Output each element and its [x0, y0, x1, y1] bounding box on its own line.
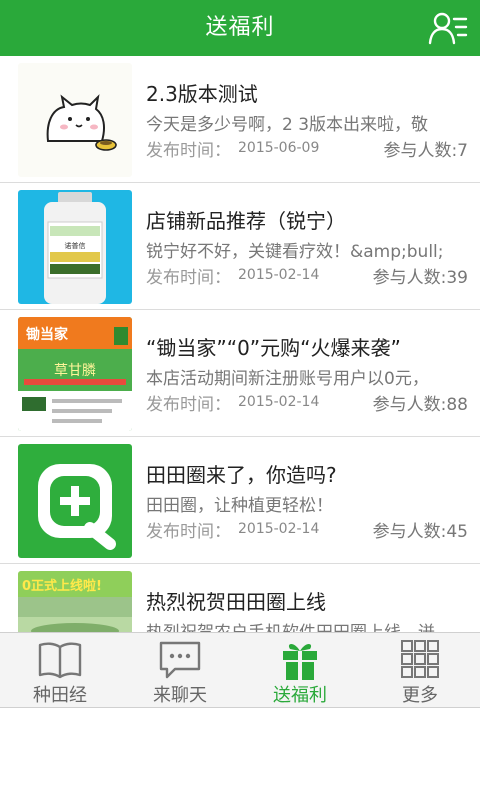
- post-title: 2.3版本测试: [146, 82, 258, 106]
- post-thumbnail: 0正式上线啦!: [18, 571, 132, 632]
- tab-label: 来聊天: [153, 685, 207, 706]
- launch-banner-image: 0正式上线啦!: [18, 571, 132, 632]
- participant-count: 参与人数:39: [372, 268, 468, 288]
- publish-date: 2015-02-14: [238, 521, 320, 537]
- tab-gengduo[interactable]: 更多: [360, 633, 480, 707]
- welfare-post-list: 2.3版本测试 今天是多少号啊，2 3版本出来啦，敬 发布时间： 2015-06…: [0, 56, 480, 632]
- publish-date: 2015-02-14: [238, 267, 320, 283]
- post-title: 田田圈来了，你造吗?: [146, 463, 337, 487]
- post-item[interactable]: 诺普信 店铺新品推荐（锐宁） 锐宁好不好，关键看疗效！&amp;bull; 发布…: [0, 183, 480, 310]
- participant-count: 参与人数:88: [372, 395, 468, 415]
- tab-label: 种田经: [33, 685, 87, 706]
- user-list-icon: [428, 12, 468, 45]
- post-thumbnail: [18, 63, 132, 177]
- chat-icon: [159, 641, 201, 679]
- post-title: 热烈祝贺田田圈上线: [146, 590, 326, 614]
- post-thumbnail: 诺普信: [18, 190, 132, 304]
- tab-songfuli[interactable]: 送福利: [240, 633, 360, 707]
- banner-text: 0正式上线啦!: [22, 578, 102, 594]
- package-product-text: 草甘膦: [54, 363, 96, 379]
- participant-count: 参与人数:7: [383, 141, 468, 161]
- post-item[interactable]: 田田圈来了，你造吗? 田田圈，让种植更轻松！ 发布时间： 2015-02-14 …: [0, 437, 480, 564]
- post-title: 店铺新品推荐（锐宁）: [146, 209, 346, 233]
- tab-zhongtianjing[interactable]: 种田经: [0, 633, 120, 707]
- page-title: 送福利: [205, 15, 275, 40]
- post-description: 热烈祝贺农户手机软件田田圈上线，迸: [146, 618, 466, 632]
- bottom-tab-bar: 种田经 来聊天 送福利 更多: [0, 632, 480, 708]
- herbicide-package-image: 锄当家 草甘膦: [18, 317, 132, 431]
- package-brand-text: 锄当家: [26, 326, 69, 343]
- post-description: 锐宁好不好，关键看疗效！&amp;bull;: [146, 242, 444, 262]
- tab-label: 更多: [402, 685, 438, 706]
- publish-date: 2015-06-09: [238, 140, 320, 156]
- app-header: 送福利: [0, 0, 480, 56]
- post-item[interactable]: 锄当家 草甘膦 “锄当家”“0”元购“火爆来袭” 本店活动期间新注册账号用户以0…: [0, 310, 480, 437]
- publish-date: 2015-02-14: [238, 394, 320, 410]
- bottle-brand-text: 诺普信: [65, 241, 86, 250]
- post-title: “锄当家”“0”元购“火爆来袭”: [146, 336, 401, 360]
- tiantianquan-logo-icon: [38, 464, 116, 550]
- tab-laoliaotian[interactable]: 来聊天: [120, 633, 240, 707]
- tab-label: 送福利: [273, 685, 327, 706]
- publish-time-label: 发布时间：: [146, 141, 231, 161]
- user-profile-button[interactable]: [426, 6, 470, 50]
- publish-time-label: 发布时间：: [146, 395, 231, 415]
- post-description: 今天是多少号啊，2 3版本出来啦，敬: [146, 115, 429, 135]
- post-item[interactable]: 2.3版本测试 今天是多少号啊，2 3版本出来啦，敬 发布时间： 2015-06…: [0, 56, 480, 183]
- gift-icon: [283, 644, 317, 680]
- participant-count: 参与人数:45: [372, 522, 468, 542]
- post-thumbnail: [18, 444, 132, 558]
- pesticide-bottle-image: 诺普信: [44, 192, 106, 304]
- post-thumbnail: 锄当家 草甘膦: [18, 317, 132, 431]
- post-description: 本店活动期间新注册账号用户以0元，: [146, 369, 429, 389]
- publish-time-label: 发布时间：: [146, 522, 231, 542]
- book-icon: [38, 642, 82, 679]
- publish-time-label: 发布时间：: [146, 268, 231, 288]
- post-item[interactable]: 0正式上线啦! 热烈祝贺田田圈上线 热烈祝贺农户手机软件田田圈上线，迸: [0, 564, 480, 632]
- cartoon-cat-image: [46, 94, 117, 151]
- grid-icon: [401, 640, 439, 678]
- post-description: 田田圈，让种植更轻松！: [146, 496, 333, 516]
